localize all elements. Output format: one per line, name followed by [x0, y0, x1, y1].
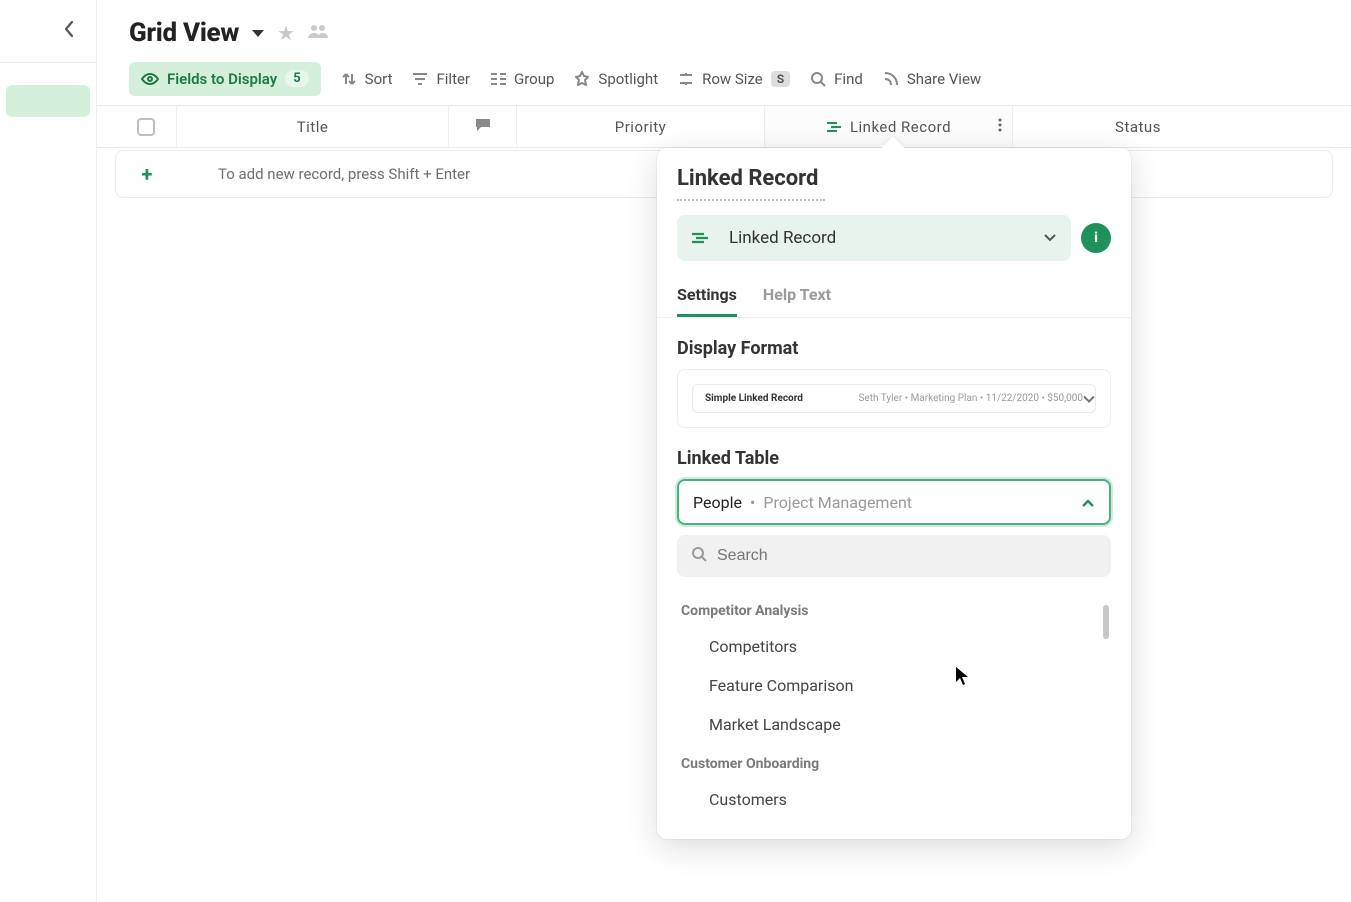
chevron-left-icon[interactable] [62, 19, 76, 43]
popover-tabs: Settings Help Text [657, 261, 1131, 318]
sidebar-selected-item[interactable] [6, 85, 90, 117]
chevron-down-icon [1082, 389, 1096, 408]
view-title: Grid View [129, 18, 239, 48]
spotlight-button[interactable]: Spotlight [574, 70, 658, 88]
display-format-label: Display Format [657, 318, 1131, 369]
rss-icon [883, 71, 899, 87]
find-label: Find [834, 70, 863, 88]
chevron-up-icon [1081, 493, 1095, 512]
linked-record-icon [691, 231, 709, 245]
search-icon [810, 71, 826, 87]
linked-record-icon [826, 120, 842, 134]
table-dropdown-list[interactable]: Competitor Analysis Competitors Feature … [677, 591, 1111, 839]
display-format-preview: Simple Linked Record Seth Tyler • Market… [692, 384, 1096, 413]
field-type-row: Linked Record i [657, 201, 1131, 261]
fields-count-badge: 5 [285, 70, 308, 87]
field-type-label: Linked Record [729, 228, 836, 248]
table-group-header: Customer Onboarding [677, 744, 1111, 780]
column-title-label: Title [297, 118, 329, 136]
linked-table-select[interactable]: People • Project Management [677, 479, 1111, 525]
column-priority[interactable]: Priority [517, 106, 765, 147]
info-button[interactable]: i [1081, 223, 1111, 253]
table-group-header: Competitor Analysis [677, 591, 1111, 627]
search-icon [691, 546, 707, 566]
filter-label: Filter [436, 70, 470, 88]
plus-icon: + [142, 162, 153, 186]
column-title[interactable]: Title [177, 106, 449, 147]
table-option[interactable]: Market Landscape [677, 705, 1111, 744]
column-comments[interactable] [449, 106, 517, 147]
rowsize-badge: S [771, 71, 790, 87]
rowsize-icon [678, 71, 694, 87]
linked-table-dropdown: Competitor Analysis Competitors Feature … [677, 535, 1111, 839]
group-label: Group [514, 70, 554, 88]
column-checkbox[interactable] [115, 106, 177, 147]
find-button[interactable]: Find [810, 70, 863, 88]
table-option[interactable]: Competitors [677, 627, 1111, 666]
column-linked-label: Linked Record [850, 118, 951, 136]
column-menu-icon[interactable] [998, 118, 1002, 136]
fields-to-display-button[interactable]: Fields to Display 5 [129, 62, 321, 96]
fields-label: Fields to Display [167, 70, 277, 88]
tab-settings[interactable]: Settings [677, 285, 737, 317]
sidebar [0, 0, 97, 902]
scrollbar-thumb[interactable] [1103, 605, 1109, 639]
filter-button[interactable]: Filter [412, 70, 470, 88]
display-format-select[interactable]: Simple Linked Record Seth Tyler • Market… [677, 369, 1111, 428]
people-icon[interactable] [307, 23, 329, 43]
linked-table-separator: • [750, 493, 755, 512]
filter-icon [412, 72, 428, 86]
toolbar: Fields to Display 5 Sort Filter Group [97, 52, 1351, 106]
column-priority-label: Priority [615, 118, 666, 136]
linked-table-label: Linked Table [657, 428, 1131, 479]
column-status[interactable]: Status [1013, 106, 1263, 147]
linked-table-secondary: Project Management [763, 493, 912, 512]
linked-table-primary: People [693, 493, 742, 512]
table-search-input[interactable] [717, 547, 1097, 565]
rowsize-label: Row Size [702, 70, 763, 88]
share-label: Share View [907, 70, 981, 88]
rowsize-button[interactable]: Row Size S [678, 70, 790, 88]
sidebar-top [0, 0, 96, 63]
comment-icon [474, 117, 492, 137]
table-search[interactable] [677, 535, 1111, 577]
sort-button[interactable]: Sort [341, 70, 393, 88]
group-button[interactable]: Group [490, 70, 554, 88]
column-status-label: Status [1115, 118, 1161, 136]
spotlight-icon [574, 71, 590, 87]
grid-header: Title Priority Linked Record Status [97, 106, 1351, 148]
spotlight-label: Spotlight [598, 70, 658, 88]
eye-icon [141, 72, 159, 86]
tab-help-text[interactable]: Help Text [763, 285, 831, 317]
field-type-select[interactable]: Linked Record [677, 215, 1071, 261]
sort-icon [341, 71, 357, 87]
linked-record-config-popover: Linked Record Linked Record i Settings H… [657, 148, 1131, 839]
table-option[interactable]: Feature Comparison [677, 666, 1111, 705]
table-option[interactable]: Customers [677, 780, 1111, 819]
chevron-down-icon [1043, 228, 1057, 248]
group-icon [490, 72, 506, 86]
share-view-button[interactable]: Share View [883, 70, 981, 88]
checkbox-icon[interactable] [137, 118, 155, 136]
add-record-button[interactable]: + [116, 162, 178, 186]
format-title: Simple Linked Record [705, 393, 803, 404]
format-meta: Seth Tyler • Marketing Plan • 11/22/2020… [858, 393, 1083, 404]
header: Grid View ★ [97, 0, 1351, 52]
star-icon[interactable]: ★ [277, 21, 295, 45]
caret-down-icon[interactable] [251, 24, 265, 43]
sort-label: Sort [365, 70, 393, 88]
info-icon: i [1094, 230, 1098, 246]
